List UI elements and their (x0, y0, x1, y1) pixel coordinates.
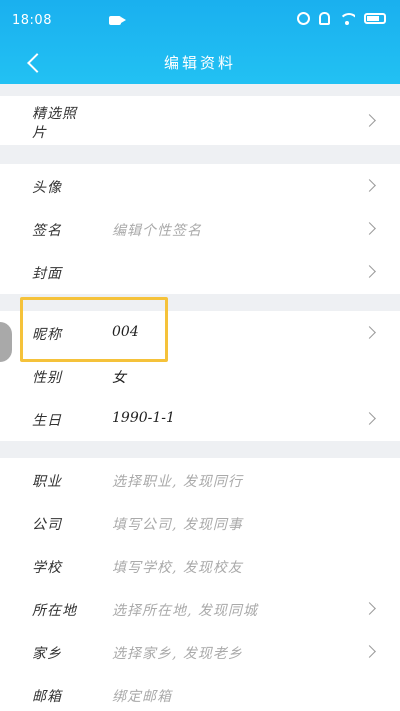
birthday-value: 1990-1-1 (112, 410, 175, 426)
photos-label-line1: 精选照 (32, 106, 77, 122)
chevron-right-icon (363, 326, 376, 339)
signature-placeholder: 编辑个性签名 (112, 223, 202, 239)
avatar-row[interactable]: 头像 (0, 164, 400, 208)
battery-icon (364, 13, 386, 24)
location-placeholder: 选择所在地, 发现同城 (112, 603, 258, 619)
edge-swipe-handle[interactable] (0, 322, 12, 362)
birthday-row[interactable]: 生日 1990-1-1 (0, 397, 400, 441)
video-recording-icon (109, 16, 126, 25)
job-label: 职业 (32, 474, 62, 490)
extended-info-group: 职业 选择职业, 发现同行 公司 填写公司, 发现同事 学校 填写学校, 发现校… (0, 458, 400, 711)
wifi-icon (339, 12, 355, 25)
job-row[interactable]: 职业 选择职业, 发现同行 (0, 458, 400, 502)
location-row[interactable]: 所在地 选择所在地, 发现同城 (0, 587, 400, 631)
job-placeholder: 选择职业, 发现同行 (112, 474, 243, 490)
gender-label: 性别 (32, 370, 62, 386)
school-label: 学校 (32, 560, 62, 576)
cover-row[interactable]: 封面 (0, 250, 400, 294)
photos-row[interactable]: 精选照 片 (0, 96, 400, 145)
photos-label-line2: 片 (32, 125, 47, 141)
status-bar: 18:08 (0, 0, 400, 40)
chevron-right-icon (363, 265, 376, 278)
chevron-right-icon (363, 179, 376, 192)
photos-group: 精选照 片 (0, 96, 400, 145)
nav-bar: 编辑资料 (0, 40, 400, 84)
header: 18:08 编辑资料 (0, 0, 400, 84)
signature-label: 签名 (32, 223, 62, 239)
status-time: 18:08 (12, 13, 52, 28)
chevron-right-icon (363, 412, 376, 425)
company-label: 公司 (32, 517, 62, 533)
photos-label: 精选照 片 (32, 105, 77, 143)
chevron-right-icon (363, 602, 376, 615)
hometown-placeholder: 选择家乡, 发现老乡 (112, 646, 243, 662)
nickname-highlight-box (20, 297, 168, 362)
school-row[interactable]: 学校 填写学校, 发现校友 (0, 544, 400, 588)
alarm-icon (297, 12, 310, 25)
company-row[interactable]: 公司 填写公司, 发现同事 (0, 501, 400, 545)
gender-value: 女 (112, 370, 126, 386)
mute-icon (319, 12, 330, 25)
hometown-label: 家乡 (32, 646, 62, 662)
hometown-row[interactable]: 家乡 选择家乡, 发现老乡 (0, 630, 400, 674)
page-title: 编辑资料 (163, 54, 236, 72)
cover-label: 封面 (32, 266, 62, 282)
chevron-right-icon (363, 114, 376, 127)
signature-row[interactable]: 签名 编辑个性签名 (0, 207, 400, 251)
email-row[interactable]: 邮箱 绑定邮箱 (0, 673, 400, 711)
chevron-right-icon (363, 222, 376, 235)
profile-media-group: 头像 签名 编辑个性签名 封面 (0, 164, 400, 294)
location-label: 所在地 (32, 603, 77, 619)
chevron-right-icon (363, 645, 376, 658)
birthday-label: 生日 (32, 413, 62, 429)
company-placeholder: 填写公司, 发现同事 (112, 517, 243, 533)
avatar-label: 头像 (32, 180, 62, 196)
email-label: 邮箱 (32, 689, 62, 705)
email-placeholder: 绑定邮箱 (112, 689, 172, 705)
school-placeholder: 填写学校, 发现校友 (112, 560, 243, 576)
system-icons (297, 12, 386, 25)
